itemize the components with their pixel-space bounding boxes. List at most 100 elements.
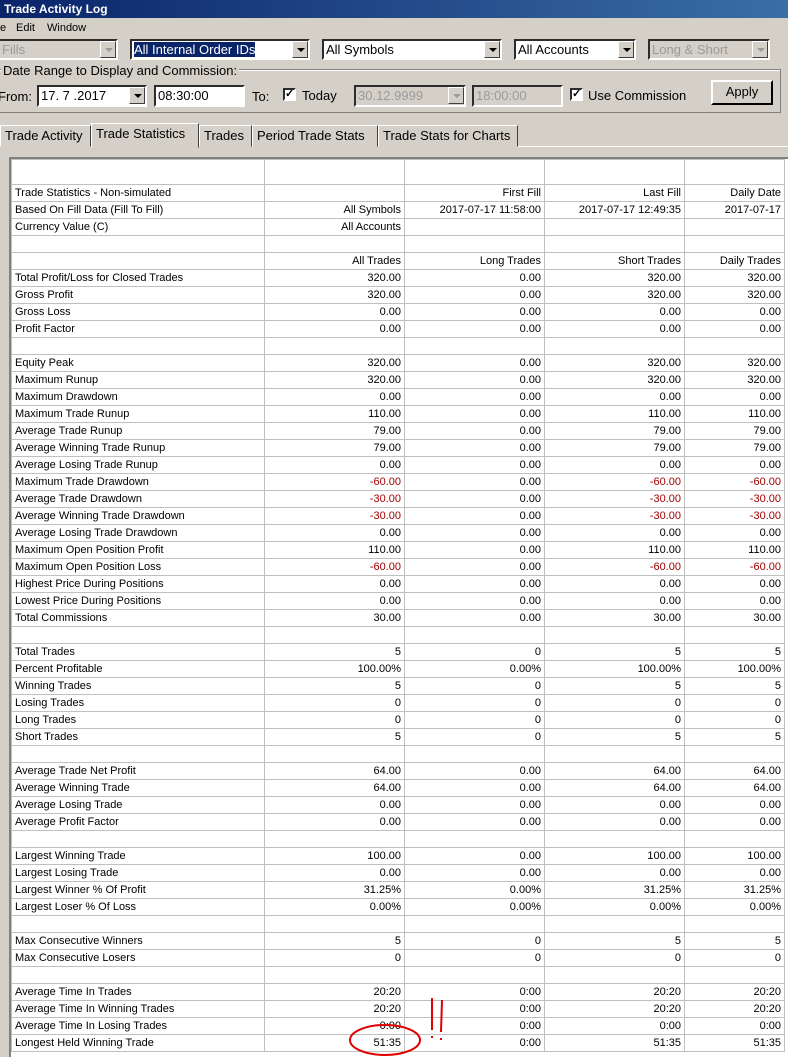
value-cell: 0.00 [404,473,545,491]
table-row: Largest Winning Trade 100.00 0.00 100.00 100… [11,847,785,865]
value-cell: 30.00 [544,609,685,627]
value-cell [544,626,685,644]
order-id-select[interactable]: All Internal Order IDs [130,39,310,60]
value-cell: 20:20 [264,1000,405,1018]
to-label: To: [252,89,270,104]
value-cell: 79.00 [264,422,405,440]
value-cell: 5 [264,932,405,950]
table-row: Total Profit/Loss for Closed Trades 320.0… [11,269,785,287]
value-cell: 0.00 [684,575,785,593]
value-cell: 0 [544,711,685,729]
value-cell: 30.00 [264,609,405,627]
value-cell: 320.00 [544,269,685,287]
window-title: Trade Activity Log [0,0,788,18]
chevron-down-icon [292,41,308,58]
menu-edit[interactable]: Edit [16,19,35,37]
table-row [11,337,785,355]
row-label-cell: Average Losing Trade [11,796,265,814]
value-cell: 0.00 [544,388,685,406]
value-cell: 0 [404,728,545,746]
tab-period-trade-stats[interactable]: Period Trade Stats [252,125,378,147]
from-label: From: [0,89,32,104]
value-cell: 0 [684,711,785,729]
value-cell: 320.00 [544,371,685,389]
value-cell: 110.00 [684,541,785,559]
value-cell: 320.00 [264,286,405,304]
to-time-field[interactable]: 18:00:00 [472,85,563,107]
value-cell: 5 [264,643,405,661]
value-cell: 64.00 [544,779,685,797]
row-label-cell [11,252,265,270]
row-label-cell: Winning Trades [11,677,265,695]
value-cell: 100.00% [544,660,685,678]
value-cell: 0.00 [404,847,545,865]
accounts-select[interactable]: All Accounts [514,39,636,60]
value-cell: 0.00% [544,898,685,916]
tab-trades[interactable]: Trades [199,125,252,147]
value-cell [404,626,545,644]
value-cell: 64.00 [544,762,685,780]
value-cell: 31.25% [544,881,685,899]
value-cell: 51:35 [684,1034,785,1052]
value-cell: 0.00 [684,592,785,610]
value-cell: 0 [264,949,405,967]
today-checkbox[interactable] [283,87,296,101]
menu-file[interactable]: e [0,19,6,37]
row-label-cell: Average Winning Trade [11,779,265,797]
tab-trade-statistics[interactable]: Trade Statistics [91,123,199,148]
value-cell: 0.00 [684,388,785,406]
value-cell: 5 [544,677,685,695]
row-label-cell: Average Losing Trade Drawdown [11,524,265,542]
row-label-cell [11,235,265,253]
table-row: Maximum Open Position Profit 110.00 0.00 11… [11,541,785,559]
row-label-cell: Maximum Open Position Profit [11,541,265,559]
value-cell: 320.00 [684,269,785,287]
value-cell: 0:00 [404,1000,545,1018]
apply-button[interactable]: Apply [711,80,773,105]
value-cell [684,830,785,848]
value-cell [544,915,685,933]
value-cell: 0 [404,932,545,950]
row-label-cell: Average Time In Losing Trades [11,1017,265,1035]
table-row: Average Winning Trade 64.00 0.00 64.00 64.00 [11,779,785,797]
value-cell [404,745,545,763]
value-cell: 110.00 [264,541,405,559]
row-label-cell: Maximum Trade Runup [11,405,265,423]
value-cell: Short Trades [544,252,685,270]
row-label-cell [11,626,265,644]
header-spacer-cell [264,159,405,185]
from-time-field[interactable]: 08:30:00 [154,85,245,107]
tab-trade-activity[interactable]: Trade Activity [0,125,91,147]
table-row: Longest Held Winning Trade 51:35 0:00 51:35… [11,1034,785,1052]
value-cell: 0.00 [404,762,545,780]
value-cell: 51:35 [264,1034,405,1052]
value-cell: 0.00 [404,388,545,406]
value-cell: 110.00 [684,405,785,423]
table-row: All Trades Long Trades Short Trades Daily T… [11,252,785,270]
row-label-cell: Largest Loser % Of Loss [11,898,265,916]
table-row: Average Losing Trade 0.00 0.00 0.00 0.00 [11,796,785,814]
table-row: Profit Factor 0.00 0.00 0.00 0.00 [11,320,785,338]
symbols-select[interactable]: All Symbols [322,39,502,60]
to-date-picker[interactable]: 30.12.9999 [354,85,466,107]
statistics-grid[interactable]: Trade Statistics - Non-simulated First Fi… [9,157,788,1057]
value-cell [684,966,785,984]
row-label-cell: Maximum Trade Drawdown [11,473,265,491]
value-cell: 0.00 [404,558,545,576]
direction-select[interactable]: Long & Short [648,39,770,60]
row-label-cell: Average Winning Trade Drawdown [11,507,265,525]
value-cell [404,218,545,236]
fills-select[interactable]: Fills [0,39,118,60]
value-cell: 0.00 [264,575,405,593]
use-commission-checkbox[interactable] [570,87,583,101]
row-label-cell: Longest Held Winning Trade [11,1034,265,1052]
value-cell [544,218,685,236]
value-cell: -60.00 [544,558,685,576]
from-date-picker[interactable]: 17. 7 .2017 [37,85,147,107]
table-row: Average Winning Trade Runup 79.00 0.00 79.0… [11,439,785,457]
row-label-cell: Average Trade Net Profit [11,762,265,780]
row-label-cell: Average Winning Trade Runup [11,439,265,457]
table-row: Average Time In Trades 20:20 0:00 20:20 20:2… [11,983,785,1001]
menu-window[interactable]: Window [47,19,86,37]
tab-trade-stats-for-charts[interactable]: Trade Stats for Charts [378,125,518,147]
